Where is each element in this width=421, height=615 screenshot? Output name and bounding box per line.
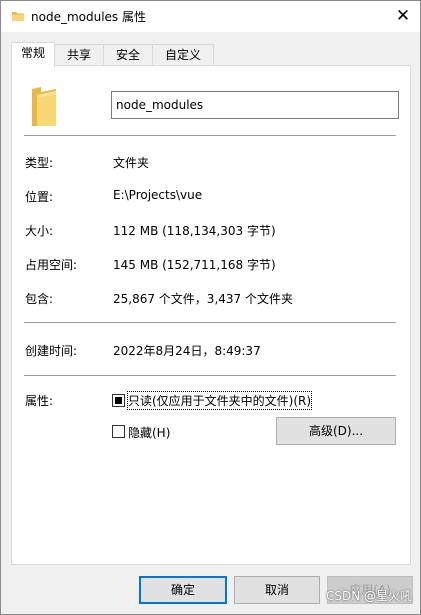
title-bar: node_modules 属性 ✕ [1,1,420,32]
type-value: 文件夹 [113,156,150,170]
disk-size-label: 占用空间: [25,258,78,272]
hidden-label[interactable]: 隐藏(H) [128,424,170,441]
created-label: 创建时间: [25,344,78,358]
tab-security[interactable]: 安全 [103,44,153,66]
contains-value: 25,867 个文件，3,437 个文件夹 [113,292,293,306]
readonly-checkbox[interactable] [112,394,125,407]
disk-size-value: 145 MB (152,711,168 字节) [113,258,276,272]
size-label: 大小: [25,224,54,238]
folder-icon [12,12,24,21]
separator [24,135,396,136]
watermark-text: CSDN @星火吼 [325,589,412,603]
separator [24,322,396,323]
tab-customize[interactable]: 自定义 [152,44,214,66]
properties-window: node_modules 属性 ✕ 常规 共享 安全 自定义 类型: 文件夹 位… [0,0,421,615]
size-value: 112 MB (118,134,303 字节) [113,224,276,238]
location-value: E:\Projects\vue [113,188,203,202]
general-panel: 类型: 文件夹 位置: E:\Projects\vue 大小: 112 MB (… [11,65,411,565]
created-value: 2022年8月24日，8:49:37 [113,344,261,358]
advanced-button[interactable]: 高级(D)... [276,417,396,445]
readonly-label[interactable]: 只读(仅应用于文件夹中的文件)(R) [126,391,313,410]
folder-large-icon [32,87,56,126]
tab-sharing[interactable]: 共享 [54,44,104,66]
window-title: node_modules 属性 [31,10,146,24]
tab-general[interactable]: 常规 [11,42,55,67]
hidden-checkbox[interactable] [112,425,125,438]
folder-name-input[interactable] [111,91,399,119]
close-icon: ✕ [395,6,411,26]
ok-button[interactable]: 确定 [139,576,227,604]
contains-label: 包含: [25,292,54,306]
cancel-button[interactable]: 取消 [234,576,320,604]
attributes-label: 属性: [25,394,54,408]
type-label: 类型: [25,156,54,170]
separator [24,375,396,376]
close-button[interactable]: ✕ [390,4,416,30]
location-label: 位置: [25,190,54,204]
